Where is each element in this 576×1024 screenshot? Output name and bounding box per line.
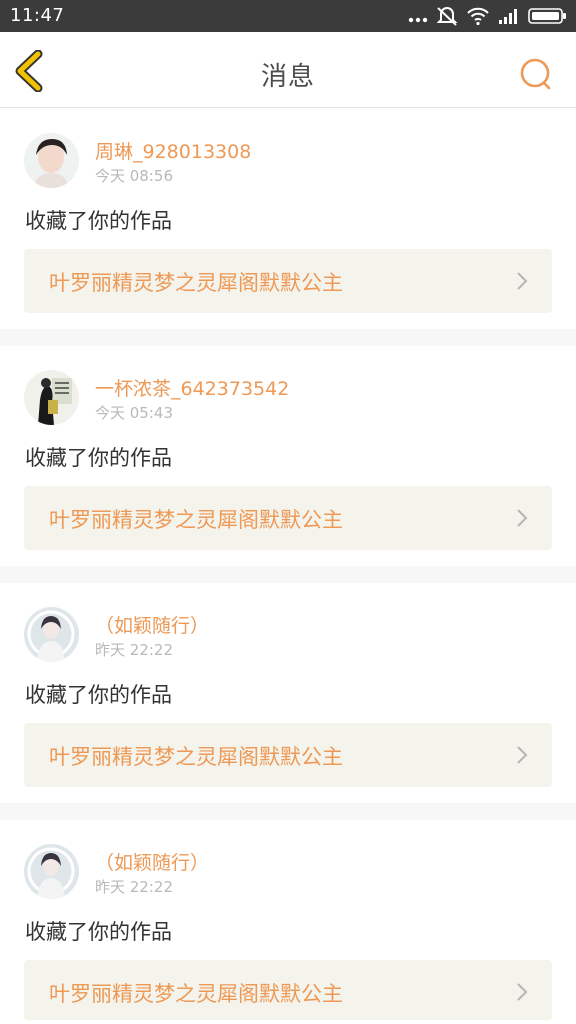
avatar[interactable] bbox=[24, 607, 79, 662]
work-link[interactable]: 叶罗丽精灵梦之灵犀阁默默公主 bbox=[24, 723, 552, 787]
chevron-right-icon bbox=[517, 983, 528, 1001]
status-time: 11:47 bbox=[10, 5, 65, 26]
status-icons bbox=[408, 6, 568, 26]
message-card: （如颖随行） 昨天 22:22 收藏了你的作品 叶罗丽精灵梦之灵犀阁默默公主 bbox=[0, 583, 576, 803]
username[interactable]: 一杯浓茶_642373542 bbox=[95, 374, 289, 401]
username[interactable]: （如颖随行） bbox=[95, 848, 209, 875]
message-card: （如颖随行） 昨天 22:22 收藏了你的作品 叶罗丽精灵梦之灵犀阁默默公主 bbox=[0, 820, 576, 1024]
divider bbox=[0, 803, 576, 820]
timestamp: 今天 08:56 bbox=[95, 167, 173, 185]
chevron-right-icon bbox=[517, 272, 528, 290]
search-icon bbox=[520, 58, 551, 90]
message-card: 周琳_928013308 今天 08:56 收藏了你的作品 叶罗丽精灵梦之灵犀阁… bbox=[0, 109, 576, 329]
work-link[interactable]: 叶罗丽精灵梦之灵犀阁默默公主 bbox=[24, 249, 552, 313]
signal-icon bbox=[499, 9, 517, 24]
chevron-right-icon bbox=[517, 509, 528, 527]
divider bbox=[0, 566, 576, 583]
alarm-off-icon bbox=[436, 7, 458, 26]
timestamp: 今天 05:43 bbox=[95, 404, 173, 422]
action-text: 收藏了你的作品 bbox=[25, 683, 172, 707]
work-title: 叶罗丽精灵梦之灵犀阁默默公主 bbox=[49, 271, 343, 295]
avatar[interactable] bbox=[24, 370, 79, 425]
more-dots-icon bbox=[408, 17, 428, 23]
message-card: 一杯浓茶_642373542 今天 05:43 收藏了你的作品 叶罗丽精灵梦之灵… bbox=[0, 346, 576, 566]
search-button[interactable] bbox=[516, 54, 556, 94]
work-title: 叶罗丽精灵梦之灵犀阁默默公主 bbox=[49, 745, 343, 769]
timestamp: 昨天 22:22 bbox=[95, 878, 173, 896]
battery-icon bbox=[528, 8, 566, 24]
status-bar: 11:47 bbox=[0, 0, 576, 32]
work-title: 叶罗丽精灵梦之灵犀阁默默公主 bbox=[49, 508, 343, 532]
timestamp: 昨天 22:22 bbox=[95, 641, 173, 659]
work-link[interactable]: 叶罗丽精灵梦之灵犀阁默默公主 bbox=[24, 486, 552, 550]
header: 消息 bbox=[0, 32, 576, 108]
username[interactable]: （如颖随行） bbox=[95, 611, 209, 638]
action-text: 收藏了你的作品 bbox=[25, 446, 172, 470]
username[interactable]: 周琳_928013308 bbox=[95, 137, 251, 164]
work-title: 叶罗丽精灵梦之灵犀阁默默公主 bbox=[49, 982, 343, 1006]
divider bbox=[0, 329, 576, 346]
page-title: 消息 bbox=[260, 62, 315, 92]
action-text: 收藏了你的作品 bbox=[25, 209, 172, 233]
wifi-icon bbox=[467, 7, 489, 26]
action-text: 收藏了你的作品 bbox=[25, 920, 172, 944]
chevron-right-icon bbox=[517, 746, 528, 764]
avatar[interactable] bbox=[24, 133, 79, 188]
work-link[interactable]: 叶罗丽精灵梦之灵犀阁默默公主 bbox=[24, 960, 552, 1020]
avatar[interactable] bbox=[24, 844, 79, 899]
